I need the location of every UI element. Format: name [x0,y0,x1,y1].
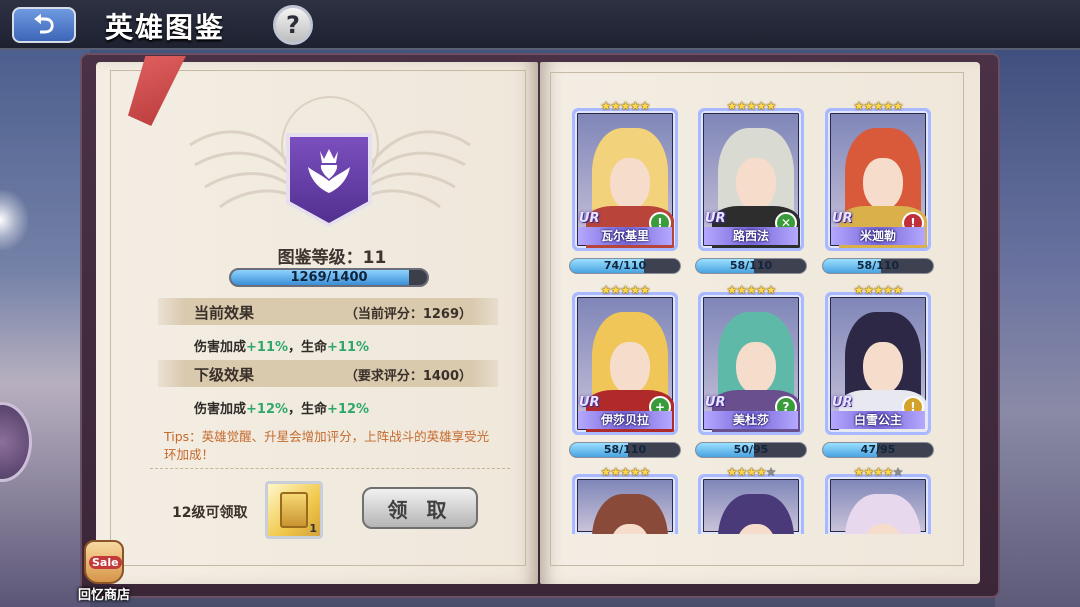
hero-card[interactable]: UR + 伊莎贝拉 ★★★★★ [572,283,678,435]
hero-name: 米迦勒 [831,227,925,245]
help-button[interactable]: ? [273,5,313,45]
hero-card-frame [698,474,804,534]
codex-level: 图鉴等级：11 [277,248,387,268]
hero-score-bar: 58/110 [695,258,807,274]
hero-score-bar: 58/110 [569,442,681,458]
hero-score-bar: 74/110 [569,258,681,274]
rarity-badge: UR [579,395,600,410]
hero-card-frame: UR! 米迦勒 [825,108,931,251]
hero-card-frame: UR! 白雪公主 [825,292,931,435]
hero-score-text: 58/110 [856,259,900,272]
effect-value: +11% [246,340,289,355]
effect-value: +12% [246,402,289,417]
hero-score-text: 47/95 [860,443,896,456]
hero-card[interactable]: UR! 白雪公主 ★★★★★ [825,283,931,435]
top-bar: ⮌ 英雄图鉴 ? [0,0,1080,50]
hero-face [863,342,903,394]
next-score-note: （要求评分：1400） [344,369,472,384]
hero-card[interactable]: UR? 美杜莎 ★★★★★ [698,283,804,435]
effect-label: 伤害加成 [194,340,247,355]
hero-score-text: 58/110 [729,259,773,272]
effect-value: +12% [327,402,370,417]
hero-score-text: 74/110 [603,259,647,272]
hero-portrait [831,480,925,534]
hero-face [736,158,776,210]
hero-card-frame: UR ✕ 路西法 [698,108,804,251]
hero-score-text: 58/110 [603,443,647,456]
hero-portrait [578,480,672,534]
star-rating: ★★★★★ [600,283,651,297]
shop-label: 回忆商店 [77,588,130,603]
rarity-badge: UR [579,211,600,226]
current-effect-text: 伤害加成+11%，生命+11% [194,336,369,355]
star-rating: ★★★★★ [600,465,651,479]
next-effect-title: 下级效果 [194,366,255,384]
reward-item[interactable]: 1 [265,481,323,539]
dashed-divider [150,468,510,469]
hero-name: 瓦尔基里 [578,227,672,245]
background-left [0,50,90,607]
hero-face [610,158,650,210]
star-rating: ★★★★★ [853,99,904,113]
hero-score-text: 50/95 [733,443,769,456]
hero-card[interactable]: UR! 瓦尔基里 ★★★★★ [572,99,678,251]
question-icon: ? [286,11,300,39]
hero-card-frame: UR + 伊莎贝拉 [572,292,678,435]
hero-score-bar: 58/110 [822,258,934,274]
sale-badge: Sale [89,556,122,569]
star-rating: ★★★★★ [726,465,777,479]
hero-card-frame [572,474,678,534]
hero-card[interactable]: ★★★★★ [825,465,931,607]
hero-card[interactable]: UR! 米迦勒 ★★★★★ [825,99,931,251]
rarity-badge: UR [832,395,853,410]
background-light [0,190,28,250]
hero-card-frame [825,474,931,534]
star-rating: ★★★★★ [853,465,904,479]
back-arrow-icon: ⮌ [33,10,55,40]
codex-progress-bar: 1269/1400 [229,268,429,287]
hero-card[interactable]: ★★★★★ [572,465,678,607]
current-effect-banner: 当前效果 （当前评分：1269） [158,298,498,325]
hero-name: 美杜莎 [704,411,798,429]
page-title: 英雄图鉴 [105,11,226,44]
effect-label: ，生命 [288,340,328,355]
hero-name: 伊莎贝拉 [578,411,672,429]
reward-count: 1 [309,522,317,535]
hero-card-frame: UR? 美杜莎 [698,292,804,435]
hero-portrait [704,480,798,534]
hero-face [610,342,650,394]
effect-label: 伤害加成 [194,402,247,417]
effect-value: +11% [327,340,370,355]
current-effect-title: 当前效果 [194,304,255,322]
hero-card-frame: UR! 瓦尔基里 [572,108,678,251]
claim-button[interactable]: 领 取 [362,487,478,529]
hero-face [863,158,903,210]
effect-label: ，生命 [288,402,328,417]
memory-shop-button[interactable]: Sale 回忆商店 [72,540,136,604]
hero-face [736,342,776,394]
rarity-badge: UR [705,211,726,226]
next-effect-text: 伤害加成+12%，生命+12% [194,398,369,417]
hero-score-bar: 47/95 [822,442,934,458]
next-effect-banner: 下级效果 （要求评分：1400） [158,360,498,387]
star-rating: ★★★★★ [600,99,651,113]
rarity-badge: UR [705,395,726,410]
hero-card[interactable]: ★★★★★ [698,465,804,607]
star-rating: ★★★★★ [853,283,904,297]
tips-text: Tips：英雄觉醒、升星会增加评分，上阵战斗的英雄享受光环加成！ [164,429,490,462]
hero-name: 白雪公主 [831,411,925,429]
hero-score-bar: 50/95 [695,442,807,458]
back-button[interactable]: ⮌ [12,7,76,43]
reward-card-icon [280,492,308,528]
star-rating: ★★★★★ [726,99,777,113]
background-right [995,50,1080,607]
rarity-badge: UR [832,211,853,226]
hero-card[interactable]: UR ✕ 路西法 ★★★★★ [698,99,804,251]
hero-name: 路西法 [704,227,798,245]
star-rating: ★★★★★ [726,283,777,297]
current-score-note: （当前评分：1269） [344,307,472,322]
crown-wings-icon [308,149,350,193]
progress-text: 1269/1400 [290,270,368,285]
reward-label: 12级可领取 [172,505,248,521]
